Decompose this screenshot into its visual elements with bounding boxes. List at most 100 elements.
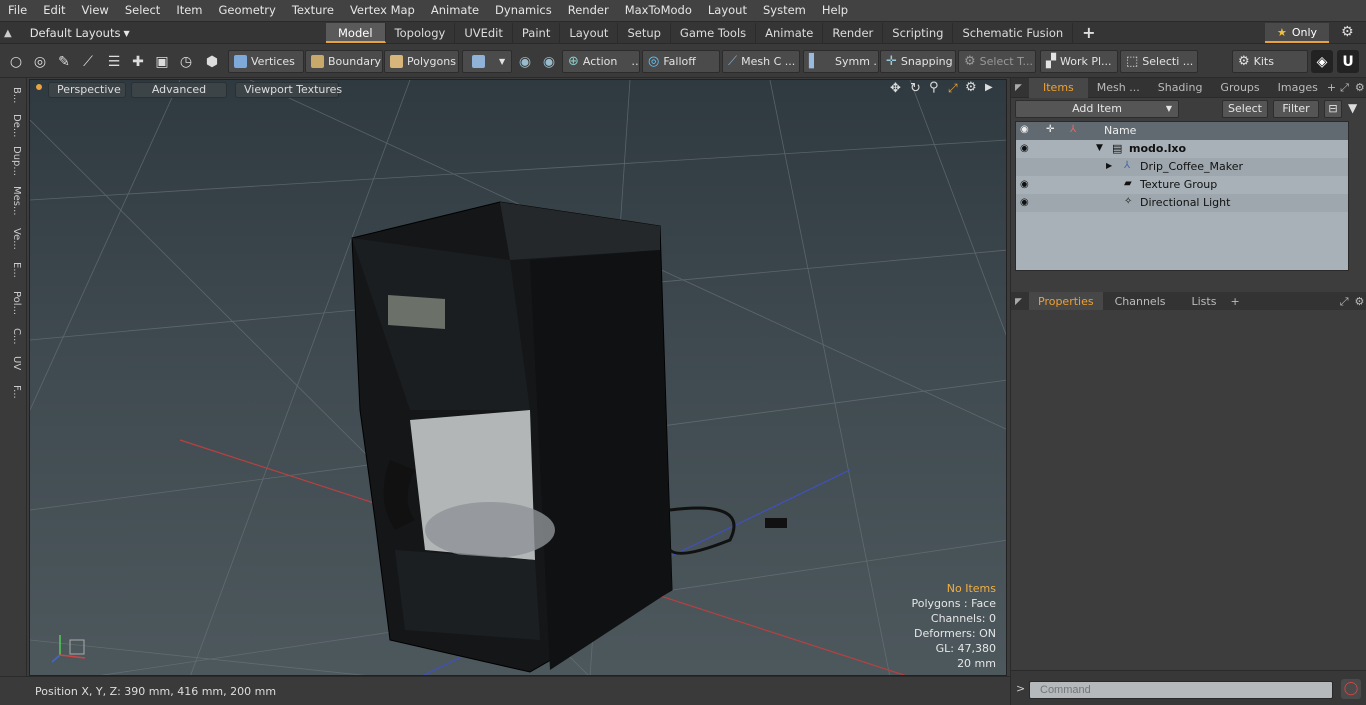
collapse-icon[interactable]: ⊟ [1324,100,1342,118]
coffee-maker-model[interactable] [351,201,787,673]
menu-select[interactable]: Select [117,0,168,21]
expand-panel-icon[interactable]: ⤢ [1340,295,1349,309]
panel-gear-icon[interactable]: ⚙ [1355,295,1365,308]
sphere-alt-icon[interactable]: ◉ [538,50,560,73]
left-tab-polygon[interactable]: Pol... [4,286,22,320]
filter-button[interactable]: Filter [1273,100,1319,118]
gear-icon[interactable]: ⚙ [1341,24,1354,40]
globe-icon[interactable]: ◎ [29,50,51,73]
menu-help[interactable]: Help [814,0,856,21]
record-icon[interactable]: ◯ [1341,679,1361,699]
tab-mesh[interactable]: Mesh ... [1088,78,1149,98]
panel-menu-icon[interactable]: ◤ [1011,297,1029,307]
left-tab-edge[interactable]: E... [4,257,22,283]
menu-dynamics[interactable]: Dynamics [487,0,560,21]
pen-icon[interactable]: ✎ [53,50,75,73]
tab-topology[interactable]: Topology [386,23,456,43]
menu-geometry[interactable]: Geometry [211,0,284,21]
tree-row-texture-group[interactable]: ◉ ▰ Texture Group [1016,176,1348,194]
viewport-settings-icon[interactable]: ⚙ [965,80,977,95]
panel-gear-icon[interactable]: ⚙ [1355,81,1365,94]
polygons-button[interactable]: Polygons [384,50,459,73]
select-through-button[interactable]: ⚙ Select T... [958,50,1036,73]
menu-item[interactable]: Item [168,0,210,21]
brush-icon[interactable]: ⟋ [77,50,99,73]
add-item-button[interactable]: Add Item ▼ [1015,100,1179,118]
tab-uvedit[interactable]: UVEdit [455,23,513,43]
left-tab-curve[interactable]: C... [4,323,22,349]
viewport-menu-dot-icon[interactable] [36,84,42,90]
circle-select-icon[interactable]: ○ [5,50,27,73]
tab-animate[interactable]: Animate [756,23,824,43]
tab-schematic-fusion[interactable]: Schematic Fusion [953,23,1074,43]
eye-icon[interactable]: ◉ [1020,143,1032,155]
shield-icon[interactable]: ⬢ [201,50,223,73]
funnel-icon[interactable]: ▼ [1348,101,1357,115]
sphere-icon[interactable]: ◉ [514,50,536,73]
add-tab-button[interactable]: + [1073,23,1104,43]
transform-icon[interactable]: ✚ [127,50,149,73]
select-button[interactable]: Select [1222,100,1268,118]
tab-model[interactable]: Model [326,23,386,43]
left-tab-uv[interactable]: UV [4,352,22,374]
perspective-button[interactable]: Perspective [48,82,126,98]
left-tab-vertex[interactable]: Ve... [4,224,22,254]
expand-arrow-icon[interactable]: ▼ [1096,143,1103,153]
menu-edit[interactable]: Edit [35,0,73,21]
panel-menu-icon[interactable]: ◤ [1011,83,1029,93]
boundary-button[interactable]: Boundary [305,50,383,73]
material-button[interactable]: ▼ [462,50,512,73]
menu-render[interactable]: Render [560,0,617,21]
unity-icon[interactable]: ◈ [1311,50,1333,73]
left-tab-deform[interactable]: De... [4,111,22,141]
menu-texture[interactable]: Texture [284,0,342,21]
tab-properties[interactable]: Properties [1029,291,1103,312]
viewport-textures-button[interactable]: Viewport Textures [235,82,342,98]
tab-groups[interactable]: Groups [1211,78,1268,98]
tab-scripting[interactable]: Scripting [883,23,954,43]
name-column-header[interactable]: Name [1104,124,1136,137]
left-tab-mesh-edit[interactable]: Mes... [4,181,22,221]
menu-file[interactable]: File [0,0,35,21]
expand-arrow-icon[interactable]: ▶ [985,82,993,93]
eye-icon[interactable]: ◉ [1020,179,1032,191]
only-button[interactable]: ★ Only [1265,23,1329,43]
tab-lists[interactable]: Lists [1178,292,1231,312]
add-tab-icon[interactable]: + [1230,295,1239,308]
add-tab-icon[interactable]: + [1327,81,1336,94]
tab-layout[interactable]: Layout [560,23,619,43]
symmetry-button[interactable]: ▌ Symm ... [803,50,879,73]
left-tab-fusion[interactable]: F... [4,377,22,407]
kits-button[interactable]: ⚙ Kits [1232,50,1308,73]
work-plane-button[interactable]: ▞ Work Pl... [1040,50,1118,73]
selection-sets-button[interactable]: ⬚ Selecti ... [1120,50,1198,73]
expand-arrow-icon[interactable]: ▶ [1106,161,1112,170]
tab-items[interactable]: Items [1029,77,1088,98]
snapping-button[interactable]: ✛ Snapping [880,50,956,73]
tab-paint[interactable]: Paint [513,23,561,43]
fit-view-icon[interactable]: ⤢ [948,81,958,96]
mesh-constraints-button[interactable]: ⟋ Mesh C ... [722,50,800,73]
tab-channels[interactable]: Channels [1103,292,1178,312]
menu-vertex-map[interactable]: Vertex Map [342,0,423,21]
left-tab-basic[interactable]: B... [4,82,22,108]
clock-icon[interactable]: ◷ [175,50,197,73]
layout-dropdown[interactable]: ▲ Default Layouts ▼ [4,22,130,44]
tab-game-tools[interactable]: Game Tools [671,23,757,43]
move-view-icon[interactable]: ✥ [890,81,901,96]
tab-shading[interactable]: Shading [1149,78,1212,98]
tree-row-mesh[interactable]: ▶ ⅄ Drip_Coffee_Maker [1016,158,1348,176]
vertices-button[interactable]: Vertices [228,50,304,73]
falloff-button[interactable]: ◎ Falloff [642,50,720,73]
action-button[interactable]: ⊕ Action … [562,50,640,73]
menu-system[interactable]: System [755,0,814,21]
advanced-button[interactable]: Advanced [131,82,227,98]
align-icon[interactable]: ☰ [103,50,125,73]
unreal-icon[interactable]: U [1337,50,1359,73]
tree-row-scene[interactable]: ◉ ▼ ▤ modo.lxo [1016,140,1348,158]
menu-layout[interactable]: Layout [700,0,755,21]
tab-images[interactable]: Images [1269,78,1327,98]
menu-animate[interactable]: Animate [423,0,487,21]
eye-icon[interactable]: ◉ [1020,197,1032,209]
3d-viewport[interactable]: Perspective Advanced Viewport Textures ✥… [29,79,1007,676]
